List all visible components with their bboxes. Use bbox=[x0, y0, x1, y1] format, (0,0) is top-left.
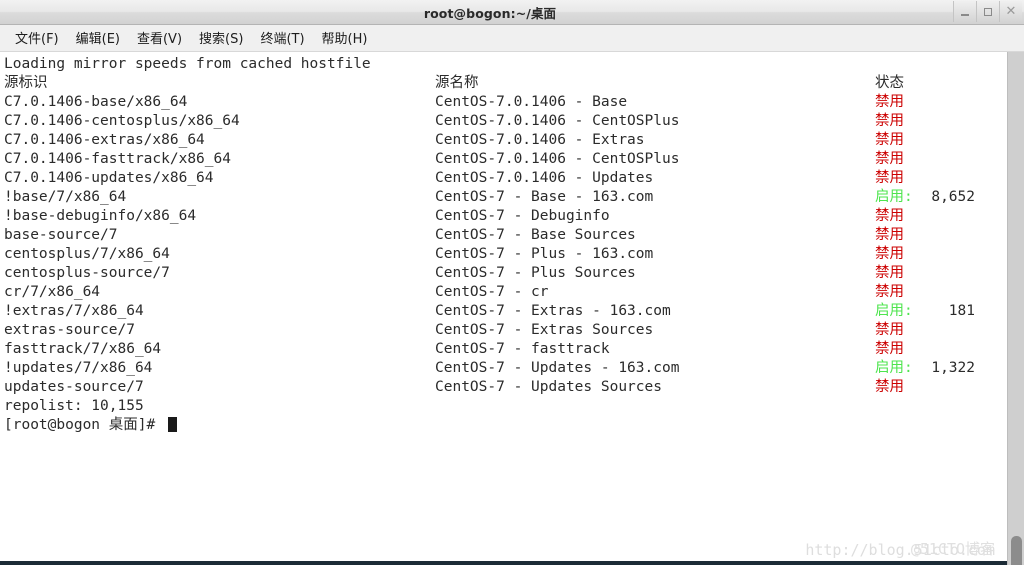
header-repo-id: 源标识 bbox=[4, 75, 48, 91]
vertical-scrollbar[interactable] bbox=[1007, 52, 1024, 565]
header-repo-status: 状态 bbox=[875, 75, 904, 91]
repo-row: updates-source/7 CentOS-7 - Updates Sourc… bbox=[2, 378, 1007, 397]
window-title: root@bogon:~/桌面 bbox=[423, 5, 557, 21]
repo-id: !base-debuginfo/x86_64 bbox=[4, 208, 197, 224]
repo-status: 禁用 bbox=[875, 227, 904, 243]
repo-id: centosplus-source/7 bbox=[4, 265, 170, 281]
repo-id: C7.0.1406-base/x86_64 bbox=[4, 94, 188, 110]
repo-id: C7.0.1406-fasttrack/x86_64 bbox=[4, 151, 231, 167]
repo-id: fasttrack/7/x86_64 bbox=[4, 341, 162, 357]
menu-item-edit[interactable]: 编辑(E) bbox=[69, 25, 127, 51]
repo-name: CentOS-7.0.1406 - CentOSPlus bbox=[435, 151, 680, 167]
repo-name: CentOS-7 - Extras Sources bbox=[435, 322, 654, 338]
repo-status: 禁用 bbox=[875, 208, 904, 224]
output-line-loading: Loading mirror speeds from cached hostfi… bbox=[4, 56, 371, 72]
repo-status: 禁用 bbox=[875, 170, 904, 186]
menu-item-file[interactable]: 文件(F) bbox=[8, 25, 66, 51]
watermark-url: http://blog.51cto.com bbox=[805, 541, 995, 559]
menu-item-search[interactable]: 搜索(S) bbox=[192, 25, 250, 51]
close-icon: ✕ bbox=[1005, 4, 1017, 19]
repo-id: cr/7/x86_64 bbox=[4, 284, 101, 300]
repo-status: 禁用 bbox=[875, 132, 904, 148]
repo-row: fasttrack/7/x86_64 CentOS-7 - fasttrack 禁用 bbox=[2, 340, 1007, 359]
repo-name: CentOS-7 - Extras - 163.com bbox=[435, 303, 671, 319]
repo-id: centosplus/7/x86_64 bbox=[4, 246, 170, 262]
repo-name: CentOS-7 - Base - 163.com bbox=[435, 189, 654, 205]
terminal-area: Loading mirror speeds from cached hostfi… bbox=[0, 52, 1024, 565]
repo-row: centosplus/7/x86_64 CentOS-7 - Plus - 163… bbox=[2, 245, 1007, 264]
repo-name: CentOS-7 - Plus Sources bbox=[435, 265, 636, 281]
repo-id: !extras/7/x86_64 bbox=[4, 303, 144, 319]
repo-id: C7.0.1406-centosplus/x86_64 bbox=[4, 113, 240, 129]
repo-id: updates-source/7 bbox=[4, 379, 144, 395]
repo-row: C7.0.1406-fasttrack/x86_64 CentOS-7.0.140… bbox=[2, 150, 1007, 169]
repo-name: CentOS-7.0.1406 - Extras bbox=[435, 132, 645, 148]
repo-id: !base/7/x86_64 bbox=[4, 189, 127, 205]
repo-name: CentOS-7 - Plus - 163.com bbox=[435, 246, 654, 262]
repo-row: !extras/7/x86_64 CentOS-7 - Extras - 163.… bbox=[2, 302, 1007, 321]
repo-status: 禁用 bbox=[875, 265, 904, 281]
repo-status: 禁用 bbox=[875, 151, 904, 167]
repo-name: CentOS-7 - Debuginfo bbox=[435, 208, 610, 224]
repo-row: base-source/7 CentOS-7 - Base Sources 禁用 bbox=[2, 226, 1007, 245]
repo-row: extras-source/7 CentOS-7 - Extras Sources… bbox=[2, 321, 1007, 340]
repo-id: C7.0.1406-updates/x86_64 bbox=[4, 170, 214, 186]
repo-row: centosplus-source/7 CentOS-7 - Plus Sourc… bbox=[2, 264, 1007, 283]
repo-rows-container: C7.0.1406-base/x86_64 CentOS-7.0.1406 - B… bbox=[2, 93, 1007, 397]
close-button[interactable]: ✕ bbox=[999, 1, 1022, 22]
header-repo-name: 源名称 bbox=[435, 75, 479, 91]
watermark-brand: @51CTO博客 bbox=[910, 540, 995, 558]
repo-status: 禁用 bbox=[875, 284, 904, 300]
repo-name: CentOS-7 - fasttrack bbox=[435, 341, 610, 357]
window-controls: ✕ bbox=[953, 1, 1022, 22]
repo-name: CentOS-7 - Base Sources bbox=[435, 227, 636, 243]
maximize-button[interactable] bbox=[976, 1, 999, 22]
terminal-output[interactable]: Loading mirror speeds from cached hostfi… bbox=[0, 52, 1007, 565]
repo-package-count: 8,652 bbox=[931, 189, 975, 205]
repo-name: CentOS-7 - cr bbox=[435, 284, 549, 300]
terminal-window: root@bogon:~/桌面 ✕ 文件(F) 编辑(E) 查看(V) 搜索(S… bbox=[0, 0, 1024, 565]
title-bar[interactable]: root@bogon:~/桌面 ✕ bbox=[0, 0, 1024, 25]
watermark: http://blog.51cto.com @51CTO博客 bbox=[805, 540, 995, 559]
minimize-icon bbox=[961, 14, 969, 16]
window-bottom-edge bbox=[0, 561, 1007, 565]
repo-status: 禁用 bbox=[875, 379, 904, 395]
repolist-header-row: 源标识 源名称 状态 bbox=[2, 74, 1007, 93]
repo-status: 禁用 bbox=[875, 94, 904, 110]
repo-name: CentOS-7.0.1406 - CentOSPlus bbox=[435, 113, 680, 129]
menu-item-help[interactable]: 帮助(H) bbox=[315, 25, 375, 51]
maximize-icon bbox=[984, 7, 992, 16]
menu-bar: 文件(F) 编辑(E) 查看(V) 搜索(S) 终端(T) 帮助(H) bbox=[0, 25, 1024, 52]
cursor-block bbox=[167, 417, 177, 432]
repo-name: CentOS-7.0.1406 - Base bbox=[435, 94, 628, 110]
repo-row: !base/7/x86_64 CentOS-7 - Base - 163.com 启… bbox=[2, 188, 1007, 207]
repo-id: C7.0.1406-extras/x86_64 bbox=[4, 132, 205, 148]
repo-status: 禁用 bbox=[875, 322, 904, 338]
menu-item-view[interactable]: 查看(V) bbox=[130, 25, 189, 51]
repo-id: !updates/7/x86_64 bbox=[4, 360, 153, 376]
repo-name: CentOS-7 - Updates Sources bbox=[435, 379, 662, 395]
menu-item-terminal[interactable]: 终端(T) bbox=[253, 25, 311, 51]
repo-row: !updates/7/x86_64 CentOS-7 - Updates - 16… bbox=[2, 359, 1007, 378]
repo-row: !base-debuginfo/x86_64 CentOS-7 - Debugin… bbox=[2, 207, 1007, 226]
repo-package-count: 181 bbox=[948, 303, 975, 319]
repo-name: CentOS-7.0.1406 - Updates bbox=[435, 170, 654, 186]
repo-id: extras-source/7 bbox=[4, 322, 135, 338]
repo-status: 禁用 bbox=[875, 341, 904, 357]
repo-row: C7.0.1406-centosplus/x86_64 CentOS-7.0.14… bbox=[2, 112, 1007, 131]
repo-row: C7.0.1406-extras/x86_64 CentOS-7.0.1406 -… bbox=[2, 131, 1007, 150]
repo-status: 禁用 bbox=[875, 113, 904, 129]
prompt-text: [root@bogon 桌面]# bbox=[4, 417, 164, 433]
repo-row: C7.0.1406-base/x86_64 CentOS-7.0.1406 - B… bbox=[2, 93, 1007, 112]
repo-id: base-source/7 bbox=[4, 227, 118, 243]
repo-package-count: 1,322 bbox=[931, 360, 975, 376]
repo-name: CentOS-7 - Updates - 163.com bbox=[435, 360, 680, 376]
repo-row: C7.0.1406-updates/x86_64 CentOS-7.0.1406 … bbox=[2, 169, 1007, 188]
scrollbar-thumb[interactable] bbox=[1011, 536, 1022, 565]
repolist-total-line: repolist: 10,155 bbox=[4, 398, 144, 414]
repo-row: cr/7/x86_64 CentOS-7 - cr 禁用 bbox=[2, 283, 1007, 302]
repo-status: 禁用 bbox=[875, 246, 904, 262]
shell-prompt-line[interactable]: [root@bogon 桌面]# bbox=[2, 416, 1007, 435]
minimize-button[interactable] bbox=[953, 1, 976, 22]
